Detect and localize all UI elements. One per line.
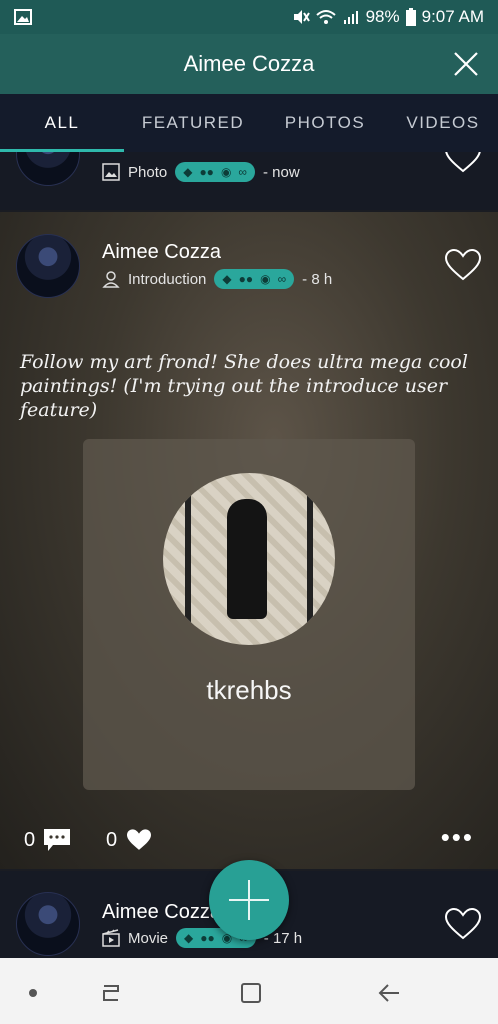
handshake-icon: ◉ [220,165,232,179]
filled-heart-icon [127,829,152,850]
app-header: Aimee Cozza [0,34,498,94]
back-icon[interactable] [376,980,402,1006]
person-icon [102,271,120,288]
battery-percent: 98% [365,7,400,26]
item-time: - now [262,163,300,181]
tab-featured[interactable]: FEATURED [124,113,262,133]
header-title: Aimee Cozza [183,51,315,76]
post-text: Follow my art frond! She does ultra mega… [20,351,468,421]
tab-videos[interactable]: VIDEOS [388,113,498,133]
diamond-icon: ◆ [184,931,194,945]
clock: 9:07 AM [421,7,484,26]
plus-icon [229,880,269,920]
item-type-label: Movie [128,929,169,947]
tab-photos[interactable]: PHOTOS [262,113,388,133]
author-avatar[interactable] [16,234,80,298]
post-meta: Introduction ◆ ●● ◉ ∞ - 8 h [102,269,332,289]
heart-icon[interactable] [444,907,482,941]
status-bar: 98% 9:07 AM [0,0,498,34]
like-count-value: 0 [106,828,118,851]
battery-icon [405,8,416,26]
like-count[interactable]: 0 [106,828,153,852]
photo-type-icon [102,163,120,181]
privacy-badge: ◆ ●● ◉ ∞ [175,162,255,182]
privacy-badge: ◆ ●● ◉ ∞ [214,269,295,289]
binoculars-icon: ∞ [277,272,287,286]
image-notification-icon [14,9,32,25]
item-type-label: Photo [128,163,168,181]
heart-icon[interactable] [444,248,482,282]
mute-icon [293,10,310,24]
more-options-icon[interactable]: ••• [441,822,474,853]
system-nav-bar [0,958,498,1024]
binoculars-icon: ∞ [238,165,247,179]
tab-all[interactable]: ALL [0,113,124,133]
close-icon[interactable] [452,50,480,78]
diamond-icon: ◆ [183,165,193,179]
post-type-label: Introduction [128,270,207,288]
group-icon: ●● [238,272,254,286]
comment-count[interactable]: 0 [24,828,71,852]
comment-count-value: 0 [24,828,36,851]
signal-icon [343,11,358,24]
author-name[interactable]: Aimee Cozza [102,901,221,924]
wifi-icon [315,10,336,24]
recent-apps-icon[interactable] [98,980,124,1006]
heart-icon[interactable] [444,152,482,174]
introduced-user-card[interactable]: tkrehbs [83,439,415,790]
diamond-icon: ◆ [222,272,232,286]
introduced-user-name[interactable]: tkrehbs [83,675,415,706]
add-post-button[interactable] [209,860,289,940]
item-meta: Photo ◆ ●● ◉ ∞ - now [102,162,300,182]
movie-type-icon [102,929,120,947]
tab-bar: ALL FEATURED PHOTOS VIDEOS [0,94,498,152]
introduced-user-photo[interactable] [163,473,335,645]
avatar[interactable] [16,152,80,186]
avatar[interactable] [16,892,80,956]
photo-person [227,499,267,619]
comment-icon [44,829,71,851]
author-name[interactable]: Aimee Cozza [102,241,221,264]
post-time: - 8 h [302,270,333,288]
feed-post: Aimee Cozza Introduction ◆ ●● ◉ ∞ - 8 h … [0,212,498,869]
group-icon: ●● [200,931,215,945]
dot-icon[interactable] [20,980,46,1006]
handshake-icon: ◉ [260,272,271,286]
group-icon: ●● [199,165,214,179]
feed-item-top[interactable]: Photo ◆ ●● ◉ ∞ - now [0,152,498,210]
home-icon[interactable] [238,980,264,1006]
